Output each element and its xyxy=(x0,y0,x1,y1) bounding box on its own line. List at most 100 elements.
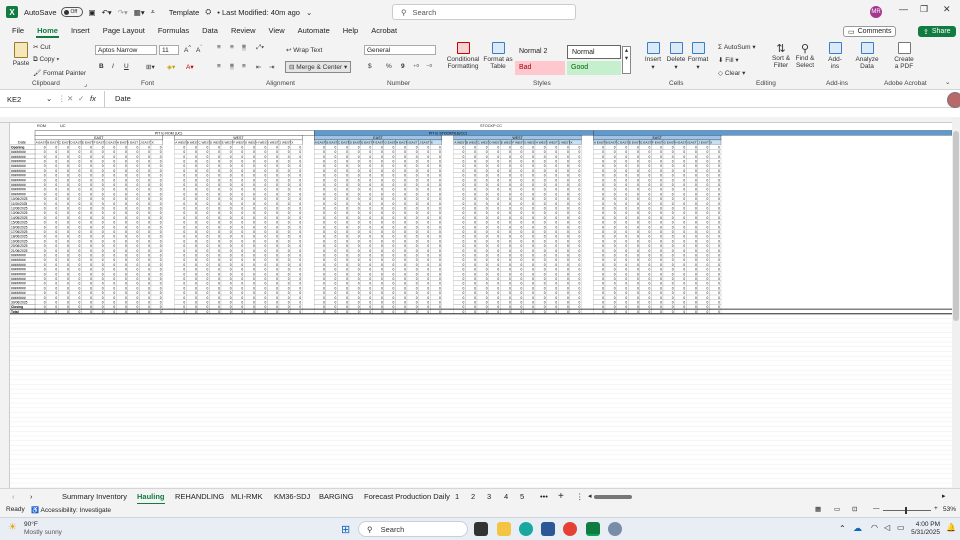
horizontal-scroll-thumb[interactable] xyxy=(594,495,632,499)
bold-button[interactable]: B xyxy=(99,63,104,70)
sort-filter-button[interactable]: ⇅ Sort & Filter xyxy=(770,42,792,69)
styles-more-icon[interactable]: ▴ ▾ xyxy=(622,46,631,74)
edge-icon[interactable] xyxy=(519,522,533,536)
tab-mli-rmk[interactable]: MLI-RMK xyxy=(231,489,263,505)
minimize-icon[interactable]: — xyxy=(899,4,908,14)
align-middle-icon[interactable]: ≡ xyxy=(230,44,234,51)
comments-button[interactable]: ▭ Comments xyxy=(843,26,897,37)
worksheet-grid[interactable]: ROM UC STOCKP CC PIT to ROM (UC) PIT to STOC… xyxy=(0,117,952,488)
number-format-select[interactable]: General xyxy=(364,45,436,55)
search-box[interactable]: ⚲ Search xyxy=(392,4,576,20)
autosum-button[interactable]: Σ AutoSum ▾ xyxy=(718,43,756,51)
tab-summary-inventory[interactable]: Summary Inventory xyxy=(62,489,127,505)
tab-km36-sdj[interactable]: KM36-SDJ xyxy=(274,489,310,505)
page-break-view-icon[interactable]: ⊡ xyxy=(852,505,857,513)
font-name-select[interactable]: Aptos Narrow xyxy=(95,45,157,55)
tab-2[interactable]: 2 xyxy=(471,489,475,505)
battery-icon[interactable]: ▭ xyxy=(897,523,905,532)
tab-forecast-production-daily[interactable]: Forecast Production Daily xyxy=(364,489,450,505)
format-painter-button[interactable]: 🖌 Format Painter xyxy=(33,69,86,77)
align-left-icon[interactable]: ≡ xyxy=(217,63,221,70)
currency-button[interactable]: $ xyxy=(368,63,372,70)
decrease-decimal-icon[interactable]: ⁻⁰ xyxy=(426,63,432,71)
file-explorer-icon[interactable] xyxy=(497,522,511,536)
align-center-icon[interactable]: ≡ xyxy=(230,63,234,70)
close-icon[interactable]: ✕ xyxy=(943,4,951,15)
paste-button[interactable]: Paste xyxy=(12,42,30,67)
fill-color-icon[interactable]: ◈▾ xyxy=(167,63,175,71)
merge-center-button[interactable]: ⊟ Merge & Center ▾ xyxy=(285,61,352,73)
insert-function-icon[interactable]: fx xyxy=(90,94,96,103)
avatar[interactable]: MR xyxy=(870,6,882,18)
align-top-icon[interactable]: ≡ xyxy=(217,44,221,51)
dialog-launcher-icon[interactable]: ⌟ xyxy=(84,80,87,88)
borders-icon[interactable]: ⊞▾ xyxy=(146,63,155,71)
tray-chevron-icon[interactable]: ⌃ xyxy=(839,524,846,533)
decrease-indent-icon[interactable]: ⇤ xyxy=(256,63,261,71)
windows-start-icon[interactable]: ⊞ xyxy=(341,523,350,536)
style-good[interactable]: Good xyxy=(567,61,621,75)
wrap-text-button[interactable]: ↩ Wrap Text xyxy=(286,46,322,54)
enter-icon[interactable]: ✓ xyxy=(78,94,84,103)
accessibility-status[interactable]: ♿ Accessibility: Investigate xyxy=(31,506,111,514)
last-modified[interactable]: • Last Modified: 40m ago xyxy=(217,8,300,17)
undo-icon[interactable]: ↶▾ xyxy=(102,8,112,17)
scroll-left-arrow-icon[interactable]: ◂ xyxy=(588,493,592,501)
increase-decimal-icon[interactable]: ⁺⁰ xyxy=(413,63,419,71)
zoom-slider[interactable] xyxy=(883,510,931,511)
store-icon[interactable] xyxy=(541,522,555,536)
view-icon[interactable]: ▦▾ xyxy=(134,8,145,17)
task-view-icon[interactable] xyxy=(474,522,488,536)
weather-temp[interactable]: 90°F xyxy=(24,521,38,528)
menu-file[interactable]: File xyxy=(11,24,25,38)
underline-button[interactable]: U xyxy=(124,63,129,70)
format-cells-button[interactable]: Format ▾ xyxy=(687,42,709,71)
insert-cells-button[interactable]: Insert ▾ xyxy=(643,42,663,71)
increase-font-icon[interactable]: A^ xyxy=(184,45,191,54)
menu-insert[interactable]: Insert xyxy=(70,24,91,38)
add-ins-button[interactable]: Add-ins xyxy=(825,42,845,70)
menu-review[interactable]: Review xyxy=(230,24,257,38)
copilot-avatar[interactable] xyxy=(947,92,960,108)
analyze-data-button[interactable]: Analyze Data xyxy=(855,42,879,70)
tab-scroll-left-icon[interactable]: ‹ xyxy=(12,489,15,505)
menu-acrobat[interactable]: Acrobat xyxy=(370,24,398,38)
menu-view[interactable]: View xyxy=(268,24,286,38)
menu-formulas[interactable]: Formulas xyxy=(157,24,190,38)
sheet-cells[interactable]: ROM UC STOCKP CCPIT to ROM (UC) PIT to STOC… xyxy=(10,123,952,488)
italic-button[interactable]: I xyxy=(112,63,114,70)
zoom-slider-thumb[interactable] xyxy=(905,507,907,514)
find-select-button[interactable]: ⚲ Find & Select xyxy=(794,42,816,69)
taskbar-search[interactable]: ⚲ Search xyxy=(358,521,468,537)
zoom-in-icon[interactable]: + xyxy=(934,505,938,512)
cut-button[interactable]: ✂ Cut xyxy=(33,43,50,51)
normal-view-icon[interactable]: ▦ xyxy=(815,505,821,513)
percent-button[interactable]: % xyxy=(386,63,392,70)
cancel-icon[interactable]: ✕ xyxy=(67,94,73,103)
clock-date[interactable]: 5/31/2025 xyxy=(911,529,940,536)
collapse-ribbon-icon[interactable]: ⌄ xyxy=(945,78,950,86)
tab-scroll-right-icon[interactable]: › xyxy=(30,489,33,505)
tab-barging[interactable]: BARGING xyxy=(319,489,354,505)
scroll-right-arrow-icon[interactable]: ▸ xyxy=(942,493,946,501)
fill-button[interactable]: ⬇ Fill ▾ xyxy=(718,56,739,64)
align-bottom-icon[interactable]: ≡ xyxy=(242,44,246,51)
wifi-icon[interactable]: ◠ xyxy=(871,523,878,532)
orientation-icon[interactable]: ⤢▾ xyxy=(256,44,264,52)
menu-automate[interactable]: Automate xyxy=(297,24,331,38)
save-icon[interactable]: ▣ xyxy=(89,8,96,17)
conditional-formatting-button[interactable]: Conditional Formatting xyxy=(446,42,480,70)
chrome-icon[interactable] xyxy=(563,522,577,536)
font-color-icon[interactable]: A▾ xyxy=(186,63,194,71)
notification-bell-icon[interactable]: 🔔 xyxy=(946,523,956,532)
more-icon[interactable]: ⋮ xyxy=(58,94,66,103)
chevron-down-icon[interactable]: ⌄ xyxy=(306,8,312,17)
decrease-font-icon[interactable]: Aˇ xyxy=(196,45,202,54)
page-layout-view-icon[interactable]: ▭ xyxy=(834,505,840,513)
row-headers[interactable] xyxy=(0,123,10,488)
weather-desc[interactable]: Mostly sunny xyxy=(24,529,62,536)
menu-page-layout[interactable]: Page Layout xyxy=(102,24,146,38)
align-right-icon[interactable]: ≡ xyxy=(242,63,246,70)
add-sheet-button[interactable]: + xyxy=(558,489,564,505)
tab-options-icon[interactable]: ⋮ xyxy=(576,489,584,505)
